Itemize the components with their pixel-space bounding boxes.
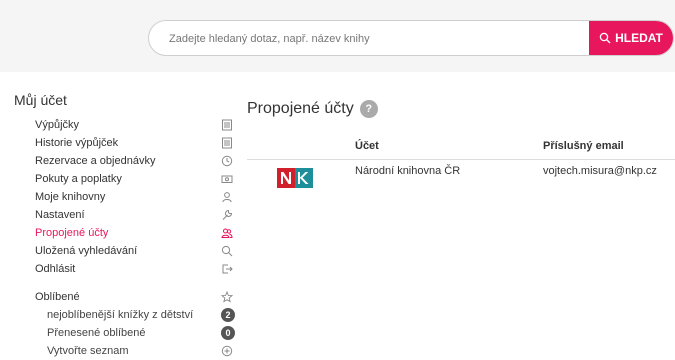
menu-item-label: Výpůjčky bbox=[35, 119, 80, 131]
ledger-icon bbox=[221, 137, 233, 149]
menu-item-label: Rezervace a objednávky bbox=[35, 155, 156, 167]
users-icon bbox=[221, 227, 233, 239]
ledger-icon bbox=[221, 119, 233, 131]
count-badge: 2 bbox=[221, 308, 235, 322]
favorite-list-label: Přenesené oblíbené bbox=[47, 327, 146, 339]
menu-item-linked-accounts[interactable]: Propojené účty bbox=[35, 224, 235, 242]
email-cell: vojtech.misura@nkp.cz bbox=[543, 165, 657, 177]
menu-item-label: Pokuty a poplatky bbox=[35, 173, 122, 185]
search-icon bbox=[221, 245, 233, 257]
logo-cell bbox=[247, 160, 355, 204]
star-icon bbox=[221, 291, 233, 303]
column-header-logo bbox=[247, 133, 355, 160]
menu-item-label: Nastavení bbox=[35, 209, 85, 221]
search-input[interactable] bbox=[167, 21, 591, 55]
plus-circle-icon bbox=[221, 345, 233, 357]
menu-item-reservations[interactable]: Rezervace a objednávky bbox=[35, 152, 235, 170]
menu-item-label: Historie výpůjček bbox=[35, 137, 119, 149]
top-bar: HLEDAT bbox=[0, 0, 675, 72]
user-icon bbox=[221, 191, 233, 203]
account-menu: Výpůjčky Historie výpůjček Rezervace a o… bbox=[35, 116, 235, 278]
favorite-list-item[interactable]: nejoblíbenější knížky z dětství 2 bbox=[35, 306, 235, 324]
count-badge: 0 bbox=[221, 326, 235, 340]
table-header-row: Účet Příslušný email bbox=[247, 133, 675, 160]
column-header-email: Příslušný email bbox=[543, 133, 675, 160]
favorite-list-item[interactable]: Přenesené oblíbené 0 bbox=[35, 324, 235, 342]
menu-item-my-libraries[interactable]: Moje knihovny bbox=[35, 188, 235, 206]
menu-item-label: Propojené účty bbox=[35, 227, 109, 239]
menu-item-label: Uložená vyhledávání bbox=[35, 245, 138, 257]
menu-item-label: Moje knihovny bbox=[35, 191, 106, 203]
menu-item-label: Odhlásit bbox=[35, 263, 76, 275]
banknote-icon bbox=[221, 173, 233, 185]
help-icon[interactable]: ? bbox=[359, 100, 378, 118]
clock-icon bbox=[221, 155, 233, 167]
favorites-header[interactable]: Oblíbené bbox=[35, 288, 235, 306]
account-title: Můj účet bbox=[14, 92, 67, 108]
favorites-section: Oblíbené nejoblíbenější knížky z dětství… bbox=[35, 288, 235, 360]
menu-item-logout[interactable]: Odhlásit bbox=[35, 260, 235, 278]
nk-logo bbox=[277, 168, 313, 188]
search-bar: HLEDAT bbox=[148, 20, 674, 56]
search-button[interactable]: HLEDAT bbox=[589, 21, 673, 55]
column-header-account: Účet bbox=[355, 133, 543, 160]
menu-item-loan-history[interactable]: Historie výpůjček bbox=[35, 134, 235, 152]
table-row: Národní knihovna ČR vojtech.misura@nkp.c… bbox=[247, 160, 675, 204]
menu-item-fines[interactable]: Pokuty a poplatky bbox=[35, 170, 235, 188]
page-title: Propojené účty ? bbox=[247, 100, 378, 118]
wrench-icon bbox=[221, 209, 233, 221]
create-list-button[interactable]: Vytvořte seznam bbox=[35, 342, 235, 360]
search-icon bbox=[599, 32, 611, 44]
menu-item-saved-searches[interactable]: Uložená vyhledávání bbox=[35, 242, 235, 260]
favorite-list-label: nejoblíbenější knížky z dětství bbox=[47, 309, 194, 321]
search-button-label: HLEDAT bbox=[615, 31, 663, 45]
page-title-text: Propojené účty bbox=[247, 100, 354, 117]
favorites-title: Oblíbené bbox=[35, 291, 80, 303]
menu-item-settings[interactable]: Nastavení bbox=[35, 206, 235, 224]
linked-accounts-table: Účet Příslušný email Národní knihovna ČR… bbox=[247, 133, 675, 203]
logout-icon bbox=[221, 263, 233, 275]
account-name-cell: Národní knihovna ČR bbox=[355, 165, 461, 177]
create-list-label: Vytvořte seznam bbox=[47, 345, 129, 357]
menu-item-loans[interactable]: Výpůjčky bbox=[35, 116, 235, 134]
